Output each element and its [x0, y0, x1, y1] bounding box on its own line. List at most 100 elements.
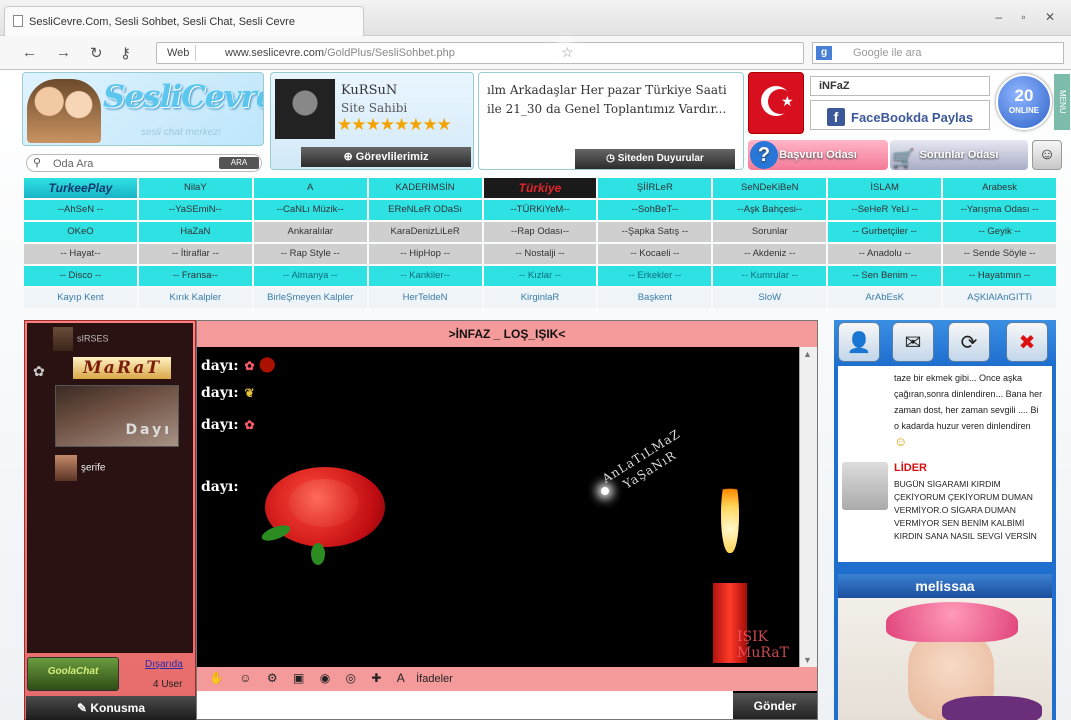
room-link[interactable]: --Aşk Bahçesi-- [713, 200, 827, 220]
room-link[interactable]: HerTeldeN [368, 288, 482, 308]
room-link[interactable]: KaraDenizLiLeR [368, 222, 482, 242]
room-link[interactable]: -- Akdeniz -- [713, 244, 827, 264]
address-bar[interactable]: Web www.seslicevre.com/GoldPlus/SesliSoh… [156, 42, 804, 64]
room-link[interactable]: ŞİİRLeR [598, 178, 712, 198]
eye-icon[interactable]: ◎ [346, 671, 356, 685]
room-link[interactable]: -- Almanya -- [253, 266, 367, 286]
goolachat-logo[interactable]: GoolaChat [27, 657, 119, 691]
site-logo[interactable]: SesliCevre sesli chat merkezi [22, 72, 264, 146]
room-link[interactable]: SloW [713, 288, 827, 308]
key-icon[interactable]: ⚷ [120, 44, 131, 62]
room-link[interactable]: TurkeePlay [24, 178, 137, 198]
room-link[interactable]: --CaNLı Müzik-- [253, 200, 367, 220]
facebook-share-button[interactable]: f FaceBookda Paylas [810, 100, 990, 130]
room-link[interactable]: --Rap Odası-- [483, 222, 597, 242]
browser-tab[interactable]: SesliCevre.Com, Sesli Sohbet, Sesli Chat… [4, 6, 364, 36]
profile-icon[interactable]: 👤 [838, 322, 880, 362]
featured-user-photo[interactable] [838, 598, 1052, 720]
room-link[interactable]: Sorunlar [713, 222, 827, 242]
room-link[interactable]: Kırık Kalpler [138, 288, 252, 308]
chat-scrollbar[interactable]: ▲ ▼ [799, 347, 817, 667]
room-link[interactable]: NilaY [138, 178, 252, 198]
talk-button[interactable]: ✎ Konusma [26, 696, 196, 720]
smile-icon[interactable]: ☺ [239, 671, 251, 685]
close-icon[interactable]: ✖ [1006, 322, 1048, 362]
window-controls[interactable]: – ▫ ✕ [995, 10, 1063, 24]
room-link[interactable]: EReNLeR ODaSı [368, 200, 482, 220]
room-link[interactable]: AŞKlAlAnGITTi [943, 288, 1056, 308]
announcements-button[interactable]: ◷ Siteden Duyurular [575, 149, 735, 169]
bookmark-star-icon[interactable]: ☆ [561, 44, 574, 60]
hand-icon[interactable]: ✋ [209, 671, 224, 685]
room-link[interactable]: -- İtiraflar -- [138, 244, 252, 264]
room-link[interactable]: -- Anadolu -- [828, 244, 942, 264]
room-link[interactable]: Başkent [598, 288, 712, 308]
room-link[interactable]: --SeHeR YeLi -- [828, 200, 942, 220]
user-badge-marat[interactable]: MaRaT [73, 357, 171, 379]
room-link[interactable]: KADERİMSİN [368, 178, 482, 198]
room-link[interactable]: Türkiye [483, 178, 597, 198]
room-link[interactable]: -- Erkekler -- [598, 266, 712, 286]
room-link[interactable]: ArAbEsK [828, 288, 942, 308]
emoji-label[interactable]: İfadeler [416, 673, 453, 685]
room-link[interactable]: -- Kumrular -- [713, 266, 827, 286]
room-link[interactable]: --TÜRKiYeM-- [483, 200, 597, 220]
room-link[interactable]: -- Geyik -- [943, 222, 1056, 242]
room-link[interactable]: -- Kızlar -- [483, 266, 597, 286]
room-link[interactable]: BirleŞmeyen Kalpler [253, 288, 367, 308]
room-link[interactable]: A [253, 178, 367, 198]
room-link[interactable]: --AhSeN -- [24, 200, 137, 220]
room-link[interactable]: İSLAM [828, 178, 942, 198]
message-icon[interactable]: ✉ [892, 322, 934, 362]
send-button[interactable]: Gönder [733, 693, 817, 719]
room-link[interactable]: Kayıp Kent [24, 288, 137, 308]
username-field[interactable]: iNFaZ [810, 76, 990, 96]
room-link[interactable]: -- Fransa-- [138, 266, 252, 286]
room-link[interactable]: Arabesk [943, 178, 1056, 198]
user-item[interactable]: sIRSES [31, 327, 109, 351]
staff-button[interactable]: ⊕ Görevlilerimiz [301, 147, 471, 167]
browser-search-box[interactable]: g Google ile ara [812, 42, 1064, 64]
problems-room-button[interactable]: 🛒 Sorunlar Odası [890, 140, 1028, 170]
room-link[interactable]: SeNDeKiBeN [713, 178, 827, 198]
room-link[interactable]: Ankaralılar [253, 222, 367, 242]
refresh-icon[interactable]: ⟳ [948, 322, 990, 362]
image-icon[interactable]: ▣ [293, 671, 304, 685]
forward-icon[interactable]: → [56, 44, 71, 61]
emoticon-icon[interactable]: ☺ [1032, 140, 1062, 170]
room-link[interactable]: OKeO [24, 222, 137, 242]
room-link[interactable]: HaZaN [138, 222, 252, 242]
room-link[interactable]: -- Nostalji -- [483, 244, 597, 264]
reload-icon[interactable]: ↻ [90, 44, 103, 62]
room-link[interactable]: -- Kankiler-- [368, 266, 482, 286]
room-link[interactable]: KirginlaR [483, 288, 597, 308]
room-search-button[interactable]: ARA [219, 157, 259, 169]
complaint-room-button[interactable]: ? Başvuru Odası [748, 140, 888, 170]
camera-icon[interactable]: ⚙ [267, 671, 278, 685]
font-icon[interactable]: A [397, 671, 405, 685]
menu-tab[interactable]: MENU [1054, 74, 1070, 130]
message-input[interactable] [197, 691, 733, 719]
room-link[interactable]: -- Kocaeli -- [598, 244, 712, 264]
room-link[interactable]: -- HipHop -- [368, 244, 482, 264]
room-link[interactable]: --SohBeT-- [598, 200, 712, 220]
room-link[interactable]: -- Sen Benim -- [828, 266, 942, 286]
media-icon[interactable]: ◉ [320, 671, 330, 685]
room-search-input[interactable]: ⚲ Oda Ara ARA [26, 154, 262, 172]
gift-icon[interactable]: ✚ [371, 671, 381, 685]
user-item[interactable]: şerife [55, 455, 105, 481]
room-link[interactable]: --YaSEmiN-- [138, 200, 252, 220]
user-avatar-photo[interactable]: Dayı [55, 385, 179, 447]
featured-user-name[interactable]: melissaa [838, 574, 1052, 598]
room-link[interactable]: -- Hayatımın -- [943, 266, 1056, 286]
room-link[interactable]: -- Hayat-- [24, 244, 137, 264]
search-engine-icon[interactable]: g [816, 46, 832, 60]
room-link[interactable]: -- Sende Söyle -- [943, 244, 1056, 264]
room-link[interactable]: --Yarışma Odası -- [943, 200, 1056, 220]
room-link[interactable]: -- Disco -- [24, 266, 137, 286]
room-link[interactable]: --Şapka Satış -- [598, 222, 712, 242]
outside-link[interactable]: Dışarıda [145, 659, 183, 670]
back-icon[interactable]: ← [22, 44, 37, 61]
room-link[interactable]: -- Gurbetçiler -- [828, 222, 942, 242]
room-link[interactable]: -- Rap Style -- [253, 244, 367, 264]
